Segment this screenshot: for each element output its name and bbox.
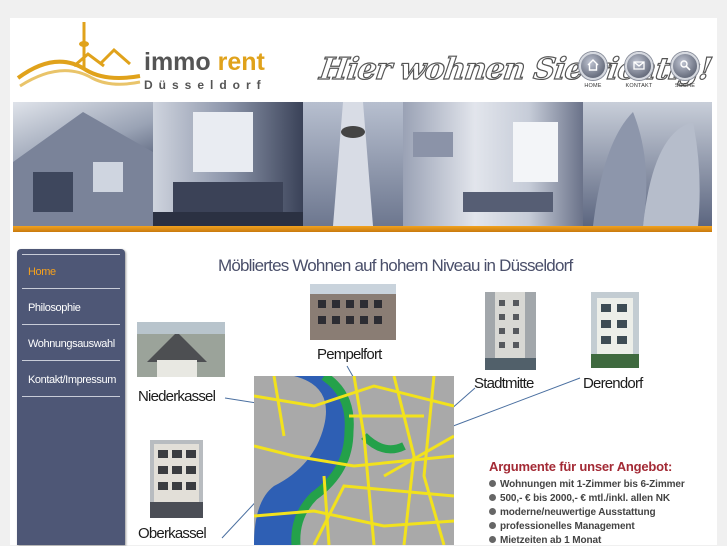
argument-item: 500,- € bis 2000,- € mtl./inkl. allen NK xyxy=(489,493,670,504)
argument-item: moderne/neuwertige Ausstattung xyxy=(489,507,656,518)
page: immo rent Düsseldorf Hier wohnen Sie ric… xyxy=(10,18,717,546)
argument-text: moderne/neuwertige Ausstattung xyxy=(500,507,656,518)
bullet-icon xyxy=(489,480,496,487)
argument-text: 500,- € bis 2000,- € mtl./inkl. allen NK xyxy=(500,493,670,504)
argument-text: professionelles Management xyxy=(500,521,635,532)
pempelfort-photo[interactable] xyxy=(310,284,396,340)
district-label-stadtmitte[interactable]: Stadtmitte xyxy=(474,375,534,392)
district-label-pempelfort[interactable]: Pempelfort xyxy=(317,346,382,363)
argument-text: Mietzeiten ab 1 Monat xyxy=(500,535,602,546)
bullet-icon xyxy=(489,508,496,515)
oberkassel-photo[interactable] xyxy=(150,440,203,518)
city-map[interactable] xyxy=(254,376,454,545)
district-label-niederkassel[interactable]: Niederkassel xyxy=(138,388,216,405)
argument-text: Wohnungen mit 1-Zimmer bis 6-Zimmer xyxy=(500,479,685,490)
niederkassel-photo[interactable] xyxy=(137,322,225,377)
argument-item: Mietzeiten ab 1 Monat xyxy=(489,535,601,546)
argument-item: Wohnungen mit 1-Zimmer bis 6-Zimmer xyxy=(489,479,685,490)
bullet-icon xyxy=(489,536,496,543)
arguments-title: Argumente für unser Angebot: xyxy=(489,459,673,474)
stadtmitte-photo[interactable] xyxy=(485,292,536,370)
map-graphic xyxy=(254,376,454,545)
district-label-derendorf[interactable]: Derendorf xyxy=(583,375,643,392)
argument-item: professionelles Management xyxy=(489,521,635,532)
derendorf-photo[interactable] xyxy=(591,292,639,368)
district-label-oberkassel[interactable]: Oberkassel xyxy=(138,525,207,542)
bullet-icon xyxy=(489,522,496,529)
bullet-icon xyxy=(489,494,496,501)
